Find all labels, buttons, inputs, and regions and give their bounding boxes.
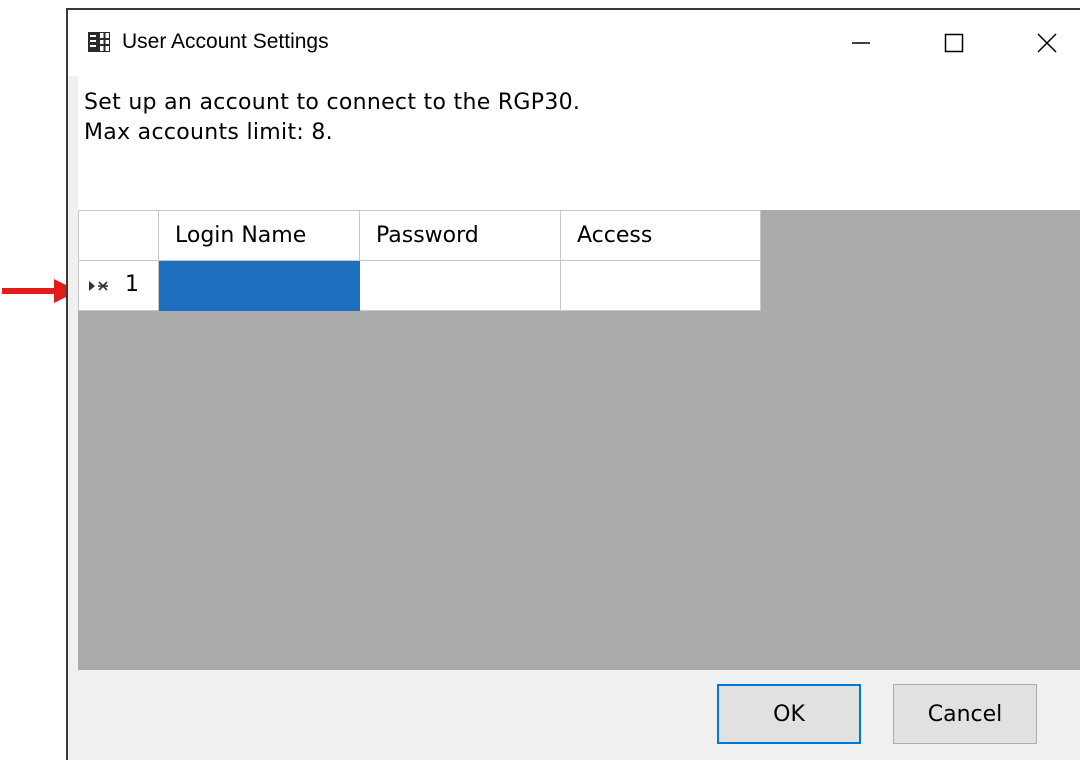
- cell-password[interactable]: [359, 260, 561, 311]
- cell-access[interactable]: [560, 260, 761, 311]
- info-panel: Set up an account to connect to the RGP3…: [78, 76, 1080, 210]
- table-header-row: Login Name Password Access: [78, 210, 761, 261]
- table-row: 1: [78, 260, 761, 311]
- info-text-connect: Set up an account to connect to the RGP3…: [84, 90, 581, 115]
- grid-corner-cell[interactable]: [78, 210, 159, 261]
- minimize-icon: [852, 42, 870, 44]
- row-header-1[interactable]: 1: [78, 260, 159, 311]
- maximize-icon: [944, 33, 964, 53]
- close-button[interactable]: [1001, 10, 1080, 76]
- cell-login-name[interactable]: [158, 260, 360, 311]
- column-header-login-name[interactable]: Login Name: [158, 210, 360, 261]
- maximize-button[interactable]: [908, 10, 1000, 76]
- accounts-table: Login Name Password Access 1: [78, 210, 761, 311]
- minimize-button[interactable]: [815, 10, 907, 76]
- window-title: User Account Settings: [122, 30, 329, 53]
- ok-button[interactable]: OK: [717, 684, 861, 744]
- new-row-icon: [89, 281, 108, 291]
- info-text-max-accounts: Max accounts limit: 8.: [84, 120, 333, 145]
- column-header-password[interactable]: Password: [359, 210, 561, 261]
- column-header-access[interactable]: Access: [560, 210, 761, 261]
- user-account-settings-window: User Account Settings Set up an account …: [66, 8, 1080, 760]
- accounts-grid[interactable]: Login Name Password Access 1: [78, 210, 1080, 670]
- row-number: 1: [125, 272, 139, 297]
- cancel-button[interactable]: Cancel: [893, 684, 1037, 744]
- table-settings-icon: [88, 32, 110, 52]
- close-icon: [1037, 33, 1057, 53]
- title-bar[interactable]: User Account Settings: [68, 10, 1080, 76]
